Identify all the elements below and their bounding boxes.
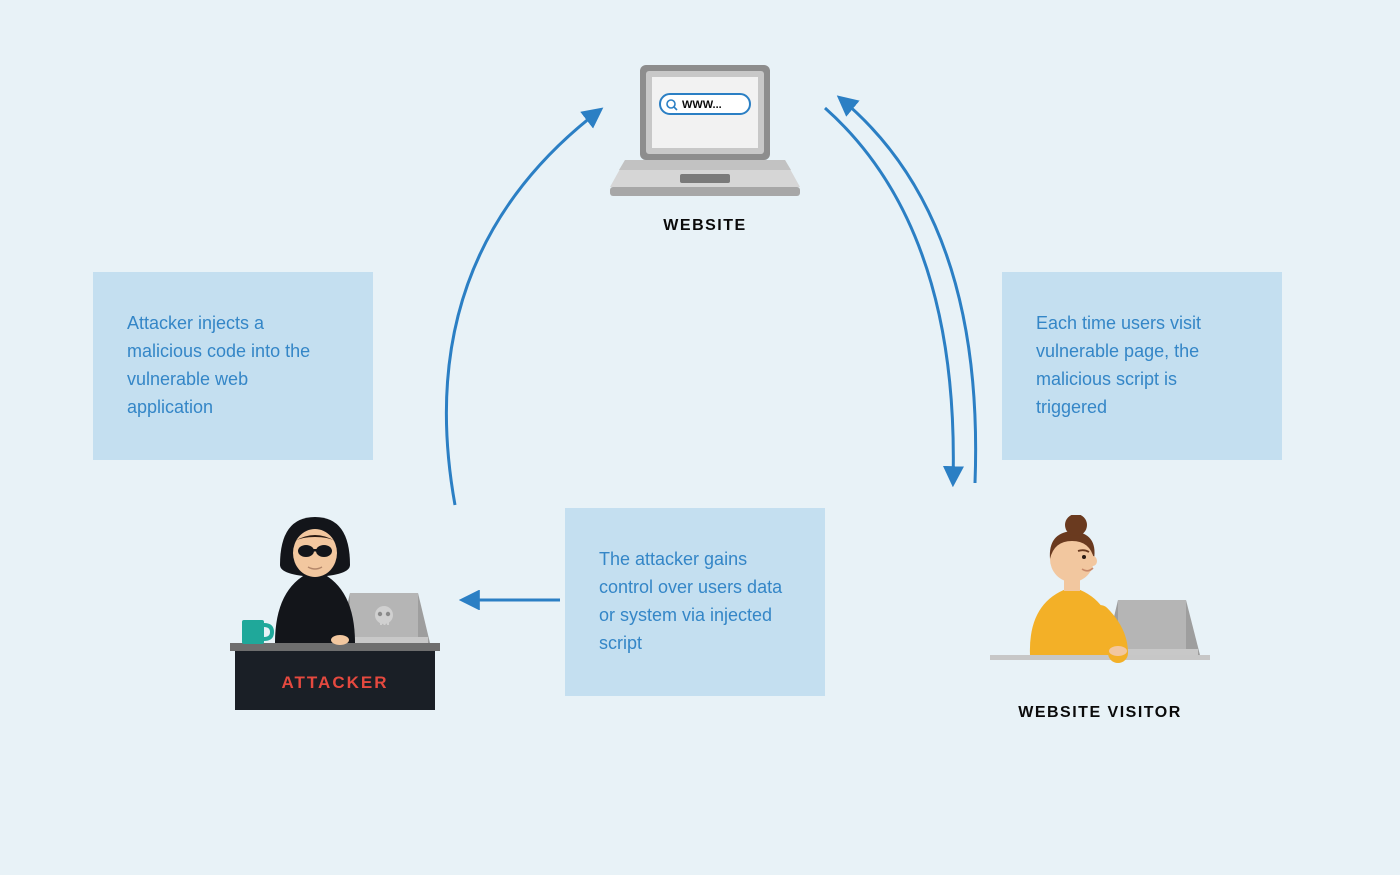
visitor-node: WEBSITE VISITOR	[990, 515, 1210, 722]
laptop-icon: WWW...	[610, 60, 800, 200]
info-box-attacker-injects: Attacker injects a malicious code into t…	[93, 272, 373, 460]
url-text: WWW...	[682, 99, 722, 111]
website-node: WWW... WEBSITE	[610, 60, 800, 235]
arrow-control-to-attacker	[455, 590, 565, 610]
website-label: WEBSITE	[610, 217, 800, 235]
info-box-attacker-gains: The attacker gains control over users da…	[565, 508, 825, 696]
info-box-visitor-triggers: Each time users visit vulnerable page, t…	[1002, 272, 1282, 460]
arrows-website-visitor	[805, 88, 1005, 498]
visitor-label: WEBSITE VISITOR	[990, 704, 1210, 722]
visitor-icon	[990, 515, 1210, 685]
attacker-label-text: ATTACKER	[282, 673, 389, 692]
arrow-attacker-to-website	[400, 85, 620, 515]
attacker-icon: ATTACKER	[220, 505, 450, 720]
attacker-node: ATTACKER	[220, 505, 450, 725]
